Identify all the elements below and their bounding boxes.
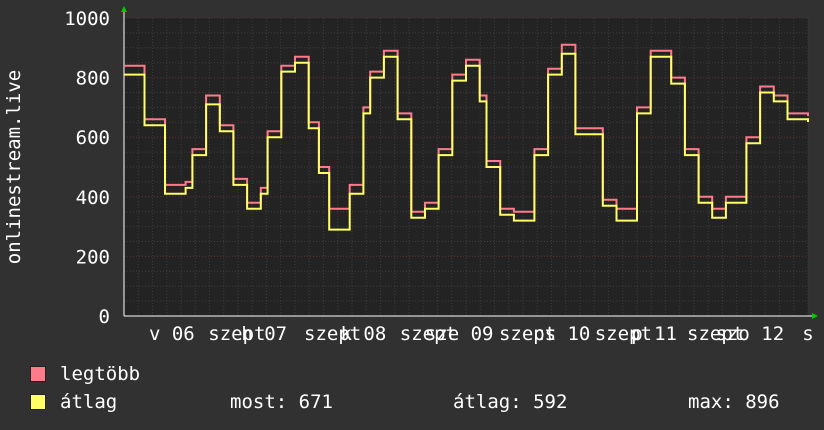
x-tick-label: szo 12 <box>716 323 785 345</box>
x-tick-label: v 06 <box>149 323 195 345</box>
y-tick-label: 1000 <box>64 8 110 30</box>
y-axis-label: onlinestream.live <box>3 70 25 264</box>
stat-current: most: 671 <box>230 391 333 413</box>
legend-swatch-max <box>30 366 46 382</box>
x-tick-label: k 08 <box>341 323 387 345</box>
legend-label-max: legtöbb <box>60 363 141 385</box>
stat-maximum: max: 896 <box>688 391 780 413</box>
y-tick-label: 200 <box>76 246 110 268</box>
y-axis-arrow <box>121 6 127 12</box>
y-tick-label: 600 <box>76 127 110 149</box>
x-tick-label: cs 10 <box>533 323 590 345</box>
legend-label-avg: átlag <box>60 391 118 413</box>
legend-swatch-avg <box>30 394 46 410</box>
x-tick-label: sze 09 <box>425 323 494 345</box>
stat-average: átlag: 592 <box>453 391 568 413</box>
y-tick-label: 800 <box>76 68 110 90</box>
chart: 02004006008001000v 06 szepth 07 szeptk 08 s… <box>3 6 818 345</box>
y-tick-label: 400 <box>76 187 110 209</box>
x-tick-label: s <box>802 323 813 345</box>
x-tick-label: h 07 <box>241 323 287 345</box>
x-axis-arrow <box>812 313 818 319</box>
x-tick-label: p 11 <box>631 323 677 345</box>
y-tick-label: 0 <box>99 306 110 328</box>
